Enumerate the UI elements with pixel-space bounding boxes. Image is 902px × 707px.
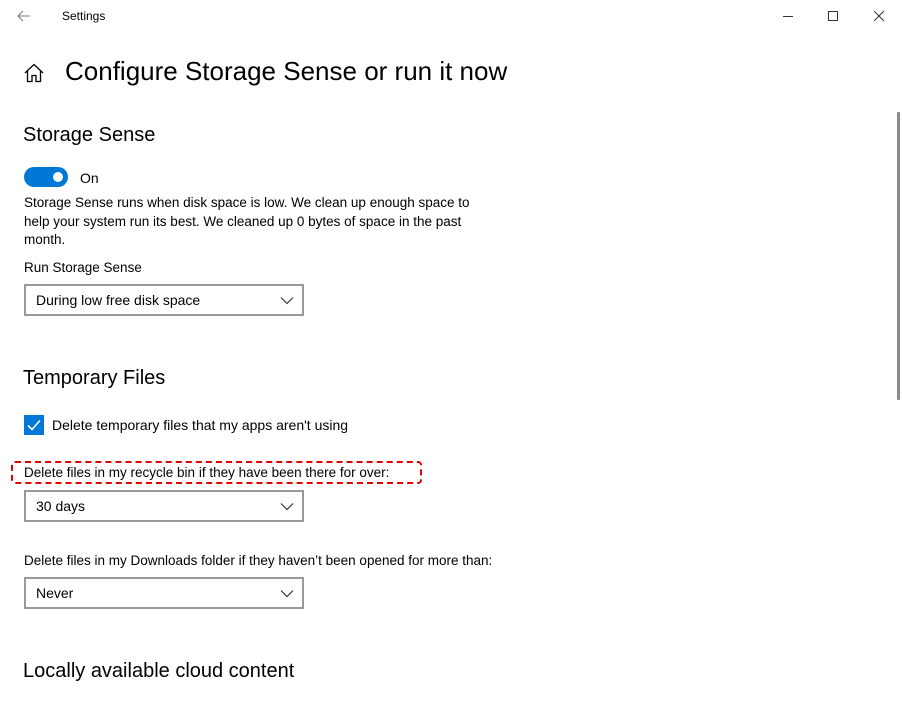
- downloads-folder-label: Delete files in my Downloads folder if t…: [24, 553, 493, 568]
- downloads-folder-dropdown[interactable]: Never: [24, 577, 304, 609]
- recycle-bin-label: Delete files in my recycle bin if they h…: [24, 465, 390, 480]
- dropdown-selected-value: Never: [36, 585, 74, 601]
- chevron-down-icon: [280, 590, 294, 598]
- back-arrow-icon: [17, 10, 30, 22]
- chevron-down-icon: [280, 503, 294, 511]
- temporary-files-heading: Temporary Files: [23, 367, 166, 389]
- app-title: Settings: [62, 9, 106, 23]
- vertical-scrollbar[interactable]: [897, 112, 900, 400]
- dropdown-selected-value: During low free disk space: [36, 292, 201, 308]
- toggle-knob: [53, 172, 63, 182]
- title-bar: Settings: [0, 0, 902, 32]
- checkmark-icon: [27, 419, 41, 431]
- minimize-icon: [783, 16, 793, 17]
- run-storage-sense-label: Run Storage Sense: [24, 260, 142, 275]
- storage-sense-description: Storage Sense runs when disk space is lo…: [24, 195, 470, 247]
- close-icon: [874, 11, 884, 21]
- storage-sense-heading: Storage Sense: [23, 124, 156, 146]
- toggle-state-label: On: [80, 170, 99, 186]
- delete-temp-files-label: Delete temporary files that my apps aren…: [52, 417, 349, 433]
- cloud-content-heading: Locally available cloud content: [23, 660, 295, 682]
- maximize-button[interactable]: [810, 0, 856, 32]
- settings-window: Settings Configure Storage Sense or run …: [0, 0, 902, 707]
- page-title: Configure Storage Sense or run it now: [65, 56, 508, 86]
- home-button[interactable]: [23, 62, 45, 84]
- minimize-button[interactable]: [765, 0, 811, 32]
- delete-temp-files-checkbox[interactable]: [24, 415, 44, 435]
- chevron-down-icon: [280, 297, 294, 305]
- dropdown-selected-value: 30 days: [36, 498, 86, 514]
- back-button[interactable]: [9, 3, 39, 29]
- storage-sense-toggle[interactable]: [24, 167, 68, 187]
- home-icon: [24, 63, 44, 83]
- maximize-icon: [828, 11, 838, 21]
- run-storage-sense-dropdown[interactable]: During low free disk space: [24, 284, 304, 316]
- recycle-bin-dropdown[interactable]: 30 days: [24, 490, 304, 522]
- close-button[interactable]: [856, 0, 902, 32]
